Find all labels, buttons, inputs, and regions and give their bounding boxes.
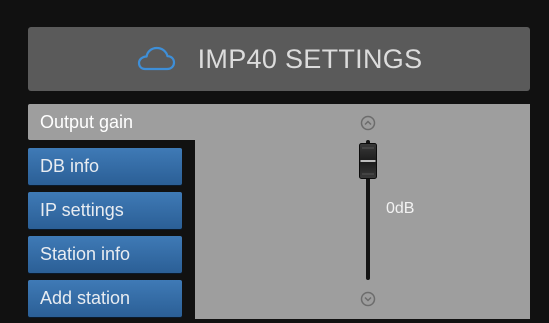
chevron-up-icon[interactable] [360, 115, 376, 131]
gain-value-label: 0dB [386, 200, 415, 217]
slider-handle[interactable] [359, 143, 377, 179]
chevron-down-icon[interactable] [360, 291, 376, 307]
gain-slider: 0dB [0, 0, 549, 323]
